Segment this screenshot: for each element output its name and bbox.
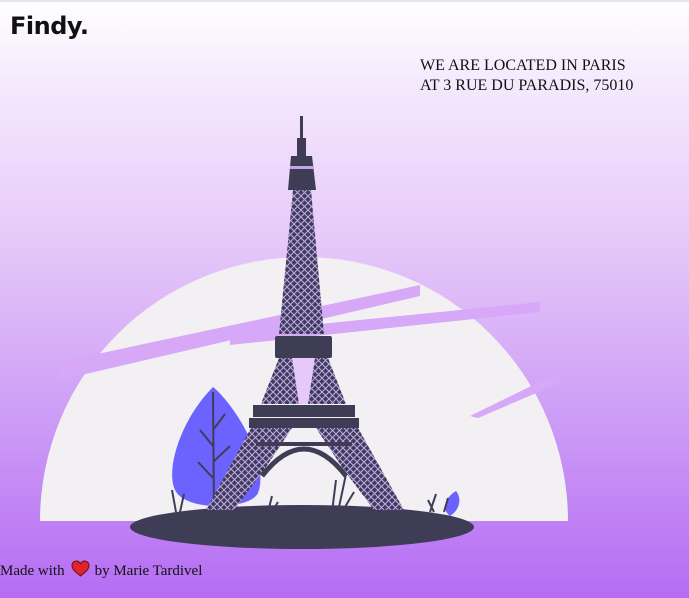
eiffel-tower-illustration	[40, 116, 568, 549]
footer-prefix: Made with	[0, 562, 65, 579]
ground-shadow	[130, 505, 474, 549]
footer: Made with by Marie Tardivel	[0, 560, 203, 582]
heart-icon	[71, 560, 90, 582]
footer-author: by Marie Tardivel	[94, 562, 203, 579]
